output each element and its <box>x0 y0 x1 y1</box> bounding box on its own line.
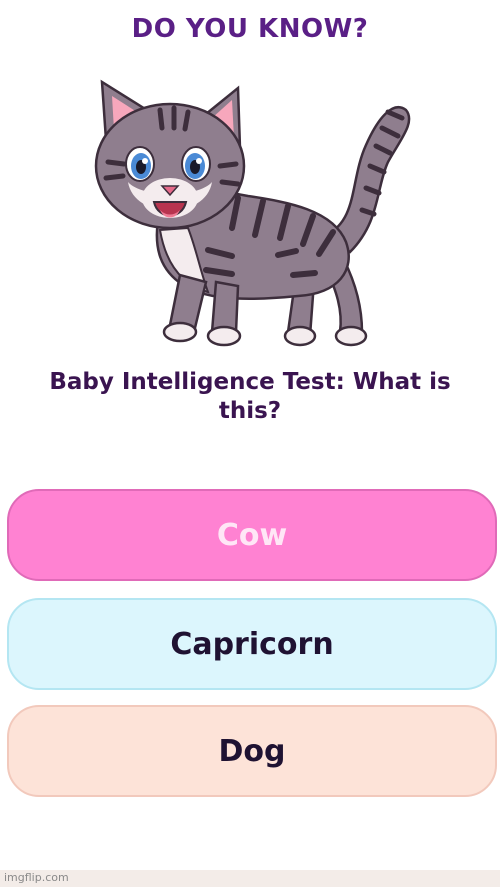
answer-button-dog[interactable]: Dog <box>7 705 497 797</box>
question-line-2: this? <box>218 398 282 424</box>
bottom-strip <box>0 870 500 887</box>
question-line-1: Baby Intelligence Test: What is <box>49 369 451 395</box>
cat-icon <box>94 79 411 347</box>
question-text: Baby Intelligence Test: What is this? <box>16 368 484 426</box>
answer-button-cow[interactable]: Cow <box>7 489 497 581</box>
answer-button-capricorn[interactable]: Capricorn <box>7 598 497 690</box>
watermark: imgflip.com <box>4 871 69 884</box>
page-title: DO YOU KNOW? <box>131 14 369 44</box>
